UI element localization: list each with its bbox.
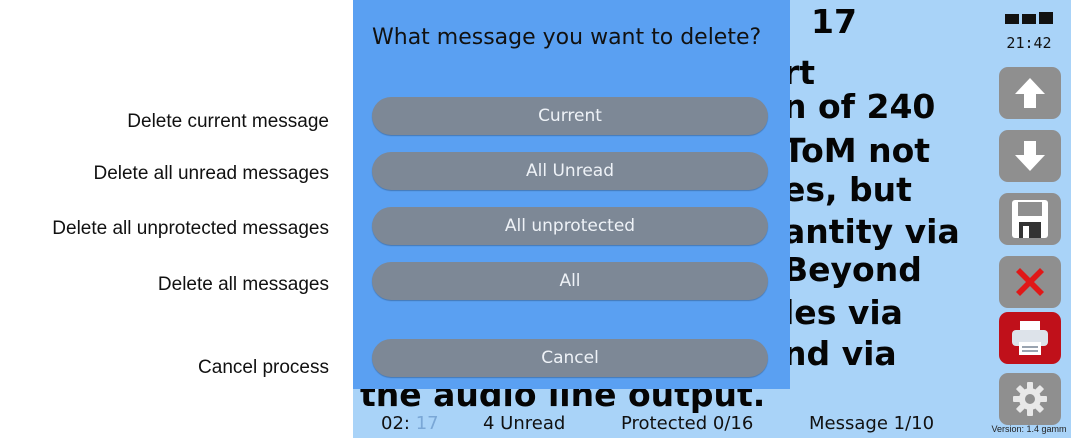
version-label: Version: 1.4 gamm [991, 424, 1067, 434]
delete-all-unread-button[interactable]: All Unread [372, 152, 768, 190]
save-button[interactable] [999, 193, 1061, 245]
label-cancel: Cancel process [198, 357, 329, 378]
arrow-up-icon [1015, 78, 1045, 108]
status-time: 02: 17 [381, 413, 439, 434]
delete-all-button[interactable]: All [372, 262, 768, 300]
message-line: nd via [783, 334, 897, 373]
delete-all-unprotected-button[interactable]: All unprotected [372, 207, 768, 245]
message-line: 17 [811, 2, 857, 41]
save-icon [1012, 200, 1048, 238]
signal-icon [1005, 12, 1055, 24]
message-line: Beyond [783, 250, 922, 289]
device-screen: 17 rt n of 240 ToM not es, but antity vi… [353, 0, 1071, 438]
status-time-prefix: 02: [381, 413, 410, 434]
annotation-labels: Delete current message Delete all unread… [0, 0, 340, 438]
status-message-index: Message 1/10 [809, 413, 935, 434]
delete-dialog: What message you want to delete? Current… [353, 0, 790, 389]
settings-button[interactable] [999, 373, 1061, 425]
status-unread: 4 Unread [483, 413, 566, 434]
label-delete-all: Delete all messages [157, 274, 329, 295]
label-delete-current: Delete current message [127, 111, 329, 132]
message-line: antity via [783, 212, 960, 251]
status-time-faint: 17 [415, 413, 439, 434]
delete-icon [1016, 268, 1044, 296]
arrow-down-icon [1015, 141, 1045, 171]
message-line: ToM not [783, 131, 931, 170]
settings-gear-icon [1013, 382, 1047, 416]
delete-button[interactable] [999, 256, 1061, 308]
cancel-button[interactable]: Cancel [372, 339, 768, 377]
clock: 21:42 [1006, 34, 1052, 52]
message-line: es, but [783, 170, 912, 209]
dialog-title: What message you want to delete? [372, 25, 762, 50]
print-button[interactable] [999, 312, 1061, 364]
scroll-up-button[interactable] [999, 67, 1061, 119]
message-line: les via [783, 293, 903, 332]
scroll-down-button[interactable] [999, 130, 1061, 182]
label-delete-unread: Delete all unread messages [93, 163, 329, 184]
print-icon [1012, 321, 1048, 355]
status-protected: Protected 0/16 [621, 413, 754, 434]
right-toolbar: 21:42 Version: 1.4 gamm [987, 0, 1071, 438]
label-delete-unprotected: Delete all unprotected messages [52, 218, 329, 239]
delete-current-button[interactable]: Current [372, 97, 768, 135]
status-bar: 02: 17 4 Unread Protected 0/16 Message 1… [353, 410, 973, 438]
message-line: n of 240 [783, 87, 936, 126]
